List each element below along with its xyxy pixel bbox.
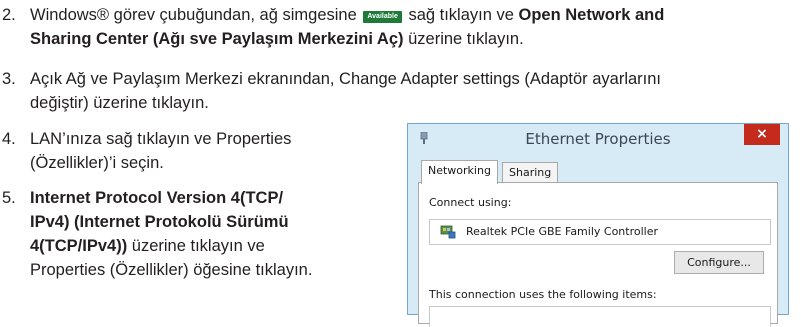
step-5-line-2: IPv4) (Internet Protokolü Sürümü [30,213,289,231]
connection-items-list[interactable] [429,306,771,327]
configure-button[interactable]: Configure... [674,251,764,274]
tab-networking[interactable]: Networking [421,160,498,184]
networking-panel: Connect using: Realtek PCIe GBE Family C… [418,182,778,327]
connect-using-label: Connect using: [429,196,512,209]
step-number: 3. [2,70,16,88]
step-2-line-2: Sharing Center (Ağı sve Paylaşım Merkezi… [30,30,524,48]
close-button[interactable]: × [744,124,780,145]
step-3-line-1: Açık Ağ ve Paylaşım Merkezi ekranından, … [30,70,661,88]
dialog-title: Ethernet Properties [525,130,671,148]
ethernet-properties-dialog: Ethernet Properties × Networking Sharing… [407,123,789,327]
step-3-line-2: değiştir) üzerine tıklayın. [30,94,209,112]
step-4-line-2: (Özellikler)’i seçin. [30,154,164,172]
step-number: 5. [2,189,16,207]
step-number: 4. [2,130,16,148]
tab-sharing[interactable]: Sharing [502,162,559,183]
dialog-titlebar: Ethernet Properties × [408,124,788,154]
network-card-icon [440,225,456,239]
step-2-line-1: Windows® görev çubuğundan, ağ simgesine … [30,6,665,24]
network-available-badge: Available [363,11,402,23]
adapter-field: Realtek PCIe GBE Family Controller [429,219,771,245]
step-5-line-3: 4(TCP/IPv4)) üzerine tıklayın ve [30,237,265,255]
items-label: This connection uses the following items… [429,288,657,301]
step-number: 2. [2,6,16,24]
adapter-name: Realtek PCIe GBE Family Controller [466,225,659,238]
step-4-line-1: LAN’ınıza sağ tıklayın ve Properties [30,130,292,148]
step-5-line-1: Internet Protocol Version 4(TCP/ [30,189,284,207]
step-5-line-4: Properties (Özellikler) öğesine tıklayın… [30,261,313,279]
